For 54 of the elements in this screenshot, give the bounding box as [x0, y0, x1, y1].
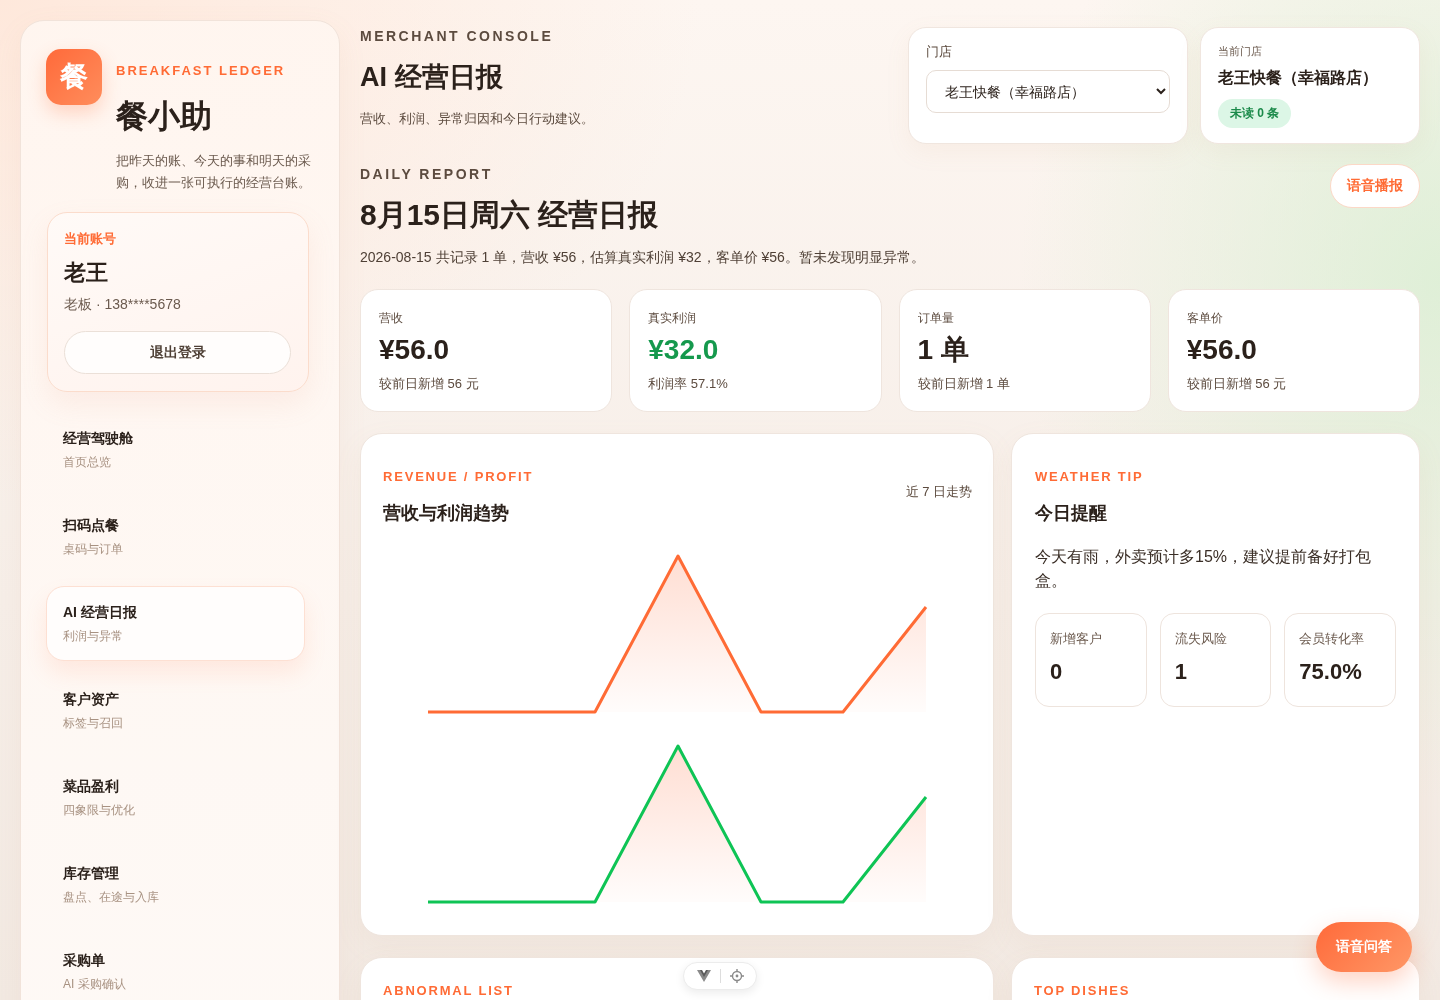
current-store-name: 老王快餐（幸福路店）	[1218, 68, 1378, 88]
stat-value: 75.0%	[1299, 658, 1363, 686]
chart-range-label: 近 7 日走势	[905, 483, 972, 501]
page-eyebrow: MERCHANT CONSOLE	[360, 27, 555, 45]
nav-item[interactable]: AI 经营日报 利润与异常	[46, 586, 305, 661]
account-label: 当前账号	[64, 230, 117, 248]
stat-value: 1	[1174, 658, 1188, 686]
metric-label: 营收	[379, 310, 404, 327]
metric-note: 利润率 57.1%	[648, 375, 729, 393]
store-picker-label: 门店	[926, 43, 953, 61]
stat-label: 会员转化率	[1299, 630, 1366, 648]
account-role: 老板 · 138****5678	[64, 295, 182, 314]
current-store-label: 当前门店	[1218, 44, 1262, 59]
report-summary: 2026-08-15 共记录 1 单，营收 ¥56，估算真实利润 ¥32，客单价 ¥56。暂未发现明显异常。	[360, 248, 925, 267]
nav-item[interactable]: 扫码点餐 桌码与订单	[46, 499, 305, 574]
section-eyebrow: TOP DISHES	[1034, 982, 1132, 1000]
app-description: 把昨天的账、今天的事和明天的采购，收进一张可执行的经营台账。	[116, 152, 312, 192]
nav-item[interactable]: 客户资产 标签与召回	[46, 673, 305, 748]
metric-label: 订单量	[917, 310, 955, 327]
nav-item[interactable]: 采购单 AI 采购确认	[46, 934, 305, 1000]
metric-value: 1 单	[917, 333, 970, 367]
brand-tagline: BREAKFAST LEDGER	[116, 62, 286, 80]
metric-label: 真实利润	[648, 310, 698, 327]
metric-label: 客单价	[1186, 310, 1224, 327]
section-eyebrow: ABNORMAL LIST	[383, 982, 515, 1000]
weather-title: 今日提醒	[1035, 502, 1108, 525]
report-title: 8月15日周六 经营日报	[360, 197, 660, 233]
metric-value: ¥32.0	[648, 333, 720, 367]
stat-label: 流失风险	[1174, 630, 1228, 648]
metric-note: 较前日新增 56 元	[1186, 375, 1288, 393]
logout-button[interactable]: 退出登录	[64, 331, 291, 374]
v-logo-icon[interactable]	[696, 970, 711, 982]
app-name: 餐小助	[116, 97, 212, 136]
account-name: 老王	[64, 259, 109, 287]
stat-label: 新增客户	[1050, 630, 1103, 648]
metric-note: 较前日新增 1 单	[917, 375, 1011, 393]
chart-eyebrow: REVENUE / PROFIT	[383, 468, 534, 486]
crosshair-icon[interactable]	[729, 969, 744, 983]
report-eyebrow: DAILY REPORT	[360, 165, 494, 183]
metric-note: 较前日新增 56 元	[379, 375, 480, 393]
nav-item[interactable]: 菜品盈利 四象限与优化	[46, 760, 305, 835]
store-select[interactable]: 老王快餐（幸福路店）	[926, 70, 1170, 113]
nav-item[interactable]: 库存管理 盘点、在途与入库	[46, 847, 305, 922]
metric-value: ¥56.0	[379, 333, 451, 367]
unread-badge: 未读 0 条	[1218, 99, 1292, 128]
app-logo: 餐	[46, 49, 102, 105]
page-subtitle: 营收、利润、异常归因和今日行动建议。	[360, 110, 594, 128]
weather-message: 今天有雨，外卖预计多15%，建议提前备好打包盒。	[1035, 547, 1373, 591]
metric-value: ¥56.0	[1186, 333, 1258, 367]
weather-eyebrow: WEATHER TIP	[1035, 468, 1145, 486]
page-title: AI 经营日报	[360, 61, 504, 94]
stat-value: 0	[1050, 658, 1064, 686]
chart-title: 营收与利润趋势	[383, 502, 510, 525]
nav-item[interactable]: 经营驾驶舱 首页总览	[46, 412, 305, 487]
